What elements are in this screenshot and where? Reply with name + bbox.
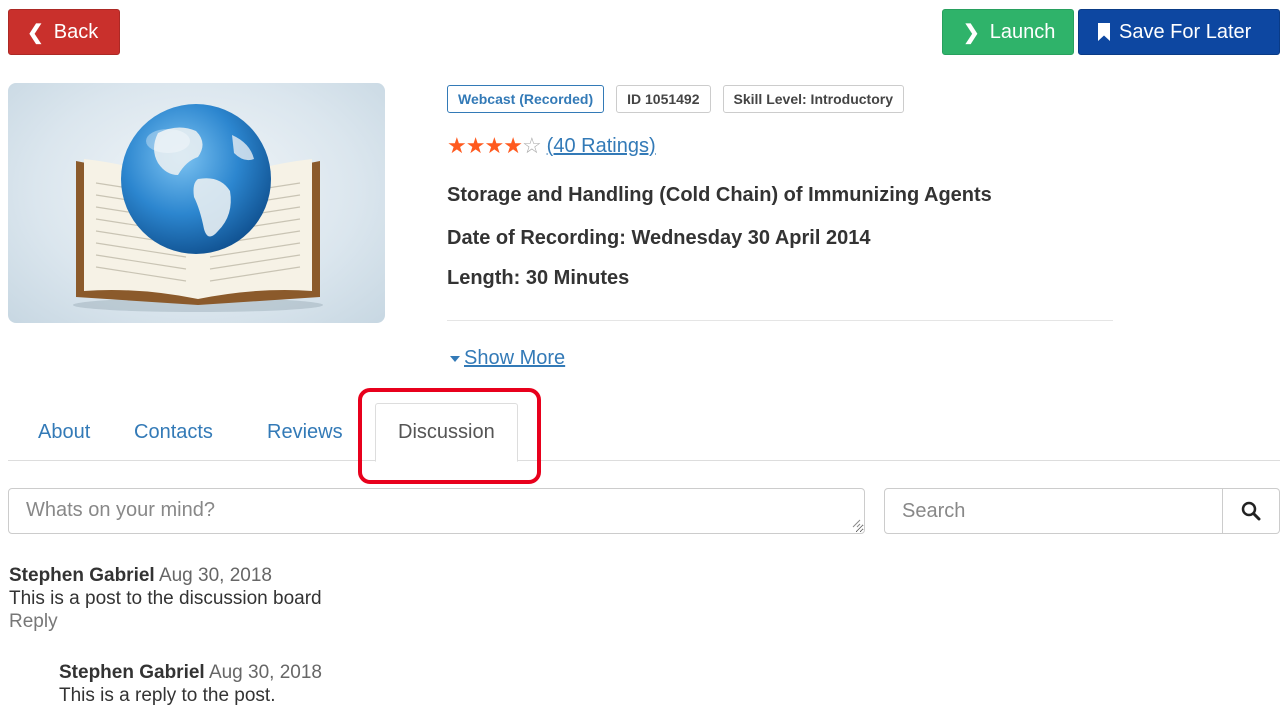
star-empty-icon: ☆: [521, 133, 542, 158]
search-button[interactable]: [1223, 488, 1280, 534]
launch-button[interactable]: ❯ Launch: [942, 9, 1074, 55]
star-icon: ★: [447, 133, 467, 158]
course-badges: Webcast (Recorded) ID 1051492 Skill Leve…: [447, 85, 904, 113]
post-author[interactable]: Stephen Gabriel: [9, 565, 155, 586]
search-box: [884, 488, 1280, 534]
skill-level-badge: Skill Level: Introductory: [722, 85, 904, 113]
course-thumbnail: [8, 83, 385, 323]
globe-book-image: [73, 104, 323, 312]
chevron-left-icon: ❮: [27, 21, 44, 44]
discussion-reply: Stephen Gabriel Aug 30, 2018 This is a r…: [59, 661, 322, 707]
tab-about[interactable]: About: [16, 403, 112, 461]
resize-grip-icon[interactable]: [851, 518, 861, 528]
reply-date: Aug 30, 2018: [208, 662, 322, 683]
format-badge: Webcast (Recorded): [447, 85, 605, 113]
highlight-annotation: [358, 388, 541, 484]
ratings-link[interactable]: (40 Ratings): [547, 135, 656, 158]
star-icon: ★: [484, 133, 504, 158]
rating-stars: ★★★★☆: [447, 133, 542, 159]
reply-author[interactable]: Stephen Gabriel: [59, 662, 205, 683]
tab-contacts[interactable]: Contacts: [112, 403, 235, 461]
search-icon: [1241, 501, 1261, 521]
caret-down-icon: [450, 355, 460, 362]
recording-date: Date of Recording: Wednesday 30 April 20…: [447, 227, 871, 249]
chevron-right-icon: ❯: [963, 21, 980, 44]
reply-link[interactable]: Reply: [9, 610, 322, 633]
save-button-label: Save For Later: [1119, 20, 1252, 43]
save-for-later-button[interactable]: Save For Later: [1078, 9, 1280, 55]
tab-bar: About Contacts Reviews Discussion: [8, 403, 1280, 462]
star-icon: ★: [465, 133, 486, 158]
launch-button-label: Launch: [989, 20, 1056, 43]
back-button-label: Back: [53, 20, 99, 43]
course-title: Storage and Handling (Cold Chain) of Imm…: [447, 184, 992, 206]
divider: [447, 320, 1113, 321]
show-more-link[interactable]: Show More: [450, 347, 565, 370]
course-length: Length: 30 Minutes: [447, 267, 630, 289]
course-rating: ★★★★☆ (40 Ratings): [447, 133, 656, 159]
show-more-label: Show More: [464, 347, 566, 369]
star-icon: ★: [503, 133, 523, 158]
discussion-post: Stephen Gabriel Aug 30, 2018 This is a p…: [9, 564, 322, 633]
reply-text: This is a reply to the post.: [59, 685, 276, 706]
post-input[interactable]: [8, 488, 865, 534]
tab-reviews[interactable]: Reviews: [245, 403, 365, 461]
id-badge: ID 1051492: [616, 85, 711, 113]
bookmark-icon: [1098, 23, 1110, 41]
search-input[interactable]: [884, 488, 1223, 534]
back-button[interactable]: ❮ Back: [8, 9, 120, 55]
post-date: Aug 30, 2018: [158, 565, 272, 586]
post-text: This is a post to the discussion board: [9, 588, 322, 609]
